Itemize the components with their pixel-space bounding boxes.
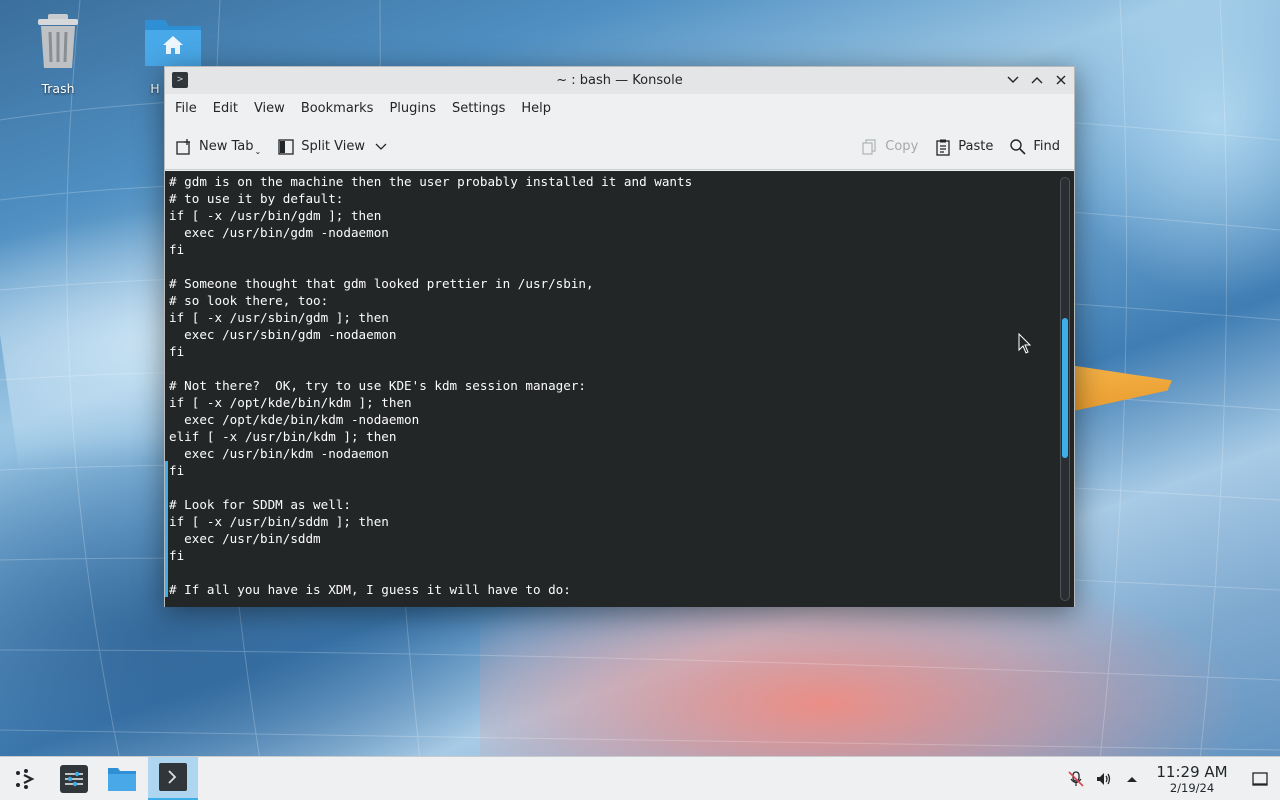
terminal-line: fi: [169, 242, 185, 257]
title-bar[interactable]: > ~ : bash — Konsole: [165, 67, 1074, 94]
home-folder-icon: [145, 20, 201, 66]
microphone-muted-icon: [1068, 771, 1084, 787]
paste-icon: [936, 139, 950, 156]
paste-button[interactable]: Paste: [934, 132, 993, 162]
copy-label: Copy: [885, 139, 919, 154]
terminal-line: # Someone thought that gdm looked pretti…: [169, 276, 594, 291]
terminal-icon: [159, 763, 187, 791]
copy-icon: [862, 138, 876, 155]
terminal-line: fi: [169, 463, 185, 478]
menu-file[interactable]: File: [169, 94, 203, 124]
menu-help[interactable]: Help: [515, 94, 557, 124]
konsole-app-icon[interactable]: >: [172, 72, 188, 88]
close-icon: [1056, 75, 1066, 85]
terminal-view[interactable]: # gdm is on the machine then the user pr…: [165, 171, 1074, 607]
menu-settings[interactable]: Settings: [446, 94, 511, 124]
terminal-line: # If all you have is XDM, I guess it wil…: [169, 582, 571, 597]
dropdown-indicator-icon: ⌄: [254, 147, 262, 156]
launcher-icon: [16, 768, 35, 789]
maximize-button[interactable]: [1028, 70, 1046, 90]
menu-bookmarks[interactable]: Bookmarks: [295, 94, 380, 124]
folder-icon: [108, 767, 136, 791]
taskbar-file-manager[interactable]: [100, 757, 144, 800]
terminal-line: # gdm is on the machine then the user pr…: [169, 174, 693, 189]
chevron-up-icon: [1031, 77, 1043, 84]
taskbar-system-settings[interactable]: [52, 757, 96, 800]
new-tab-button[interactable]: New Tab ⌄: [175, 132, 261, 162]
menu-bar: File Edit View Bookmarks Plugins Setting…: [165, 94, 1074, 124]
system-tray: 11:29 AM 2/19/24: [1062, 757, 1280, 800]
terminal-line: if [ -x /usr/sbin/gdm ]; then: [169, 310, 389, 325]
terminal-line: elif [ -x /usr/bin/kdm ]; then: [169, 429, 397, 444]
scrollbar-thumb[interactable]: [1062, 318, 1068, 458]
terminal-line: # Look for SDDM as well:: [169, 497, 351, 512]
close-button[interactable]: [1052, 70, 1070, 90]
copy-button[interactable]: Copy: [861, 132, 918, 162]
terminal-line: # Not there? OK, try to use KDE's kdm se…: [169, 378, 587, 393]
clock-time: 11:29 AM: [1156, 763, 1228, 781]
desktop-icon-trash[interactable]: Trash: [13, 10, 103, 96]
taskbar-konsole[interactable]: [148, 756, 198, 800]
terminal-line: # so look there, too:: [169, 293, 329, 308]
paste-label: Paste: [958, 139, 994, 154]
toolbar: New Tab ⌄ Split View Copy Paste Find: [165, 124, 1074, 170]
terminal-line: exec /opt/kde/bin/kdm -nodaemon: [169, 412, 420, 427]
menu-view[interactable]: View: [248, 94, 291, 124]
konsole-window[interactable]: > ~ : bash — Konsole File Edit View Book…: [164, 66, 1075, 607]
terminal-line: if [ -x /usr/bin/sddm ]; then: [169, 514, 389, 529]
menu-plugins[interactable]: Plugins: [383, 94, 442, 124]
wallpaper-highlight-right: [1060, 0, 1280, 300]
microphone-muted-button[interactable]: [1062, 757, 1090, 800]
window-title: ~ : bash — Konsole: [556, 73, 683, 88]
clock-date: 2/19/24: [1169, 781, 1215, 795]
terminal-line: fi: [169, 548, 185, 563]
terminal-line: if [ -x /opt/kde/bin/kdm ]; then: [169, 395, 412, 410]
trash-icon: [38, 14, 78, 68]
volume-button[interactable]: [1090, 757, 1118, 800]
split-view-icon: [278, 138, 294, 155]
find-button[interactable]: Find: [1009, 132, 1060, 162]
new-tab-icon: [176, 138, 190, 155]
menu-edit[interactable]: Edit: [207, 94, 244, 124]
show-desktop-button[interactable]: [1240, 757, 1280, 800]
wallpaper-orange-shape: [1060, 363, 1172, 414]
digital-clock[interactable]: 11:29 AM 2/19/24: [1152, 763, 1232, 795]
chevron-down-icon[interactable]: [375, 143, 387, 151]
search-icon: [1010, 138, 1026, 155]
split-view-label: Split View: [301, 139, 366, 154]
selection-marker: [165, 461, 168, 597]
new-tab-label: New Tab: [199, 139, 254, 154]
chevron-down-icon: [1007, 76, 1019, 83]
minimize-button[interactable]: [1004, 70, 1022, 90]
find-label: Find: [1033, 139, 1060, 154]
taskbar: 11:29 AM 2/19/24: [0, 756, 1280, 800]
show-hidden-icons-button[interactable]: [1118, 757, 1146, 800]
speaker-icon: [1097, 773, 1111, 785]
settings-icon: [60, 764, 88, 793]
terminal-line: if [ -x /usr/bin/gdm ]; then: [169, 208, 382, 223]
show-desktop-icon: [1252, 772, 1268, 786]
terminal-line: # to use it by default:: [169, 191, 344, 206]
mouse-cursor-icon: [1018, 333, 1032, 354]
terminal-line: exec /usr/bin/gdm -nodaemon: [169, 225, 389, 240]
chevron-up-icon: [1127, 777, 1137, 782]
terminal-output: # gdm is on the machine then the user pr…: [169, 173, 692, 598]
terminal-line: exec /usr/sbin/gdm -nodaemon: [169, 327, 397, 342]
terminal-line: exec /usr/bin/kdm -nodaemon: [169, 446, 389, 461]
desktop-icon-label: Trash: [41, 81, 75, 96]
application-launcher-button[interactable]: [4, 757, 48, 800]
terminal-line: exec /usr/bin/sddm: [169, 531, 321, 546]
terminal-line: fi: [169, 344, 185, 359]
scrollbar[interactable]: [1060, 177, 1070, 601]
split-view-button[interactable]: Split View: [277, 132, 387, 162]
